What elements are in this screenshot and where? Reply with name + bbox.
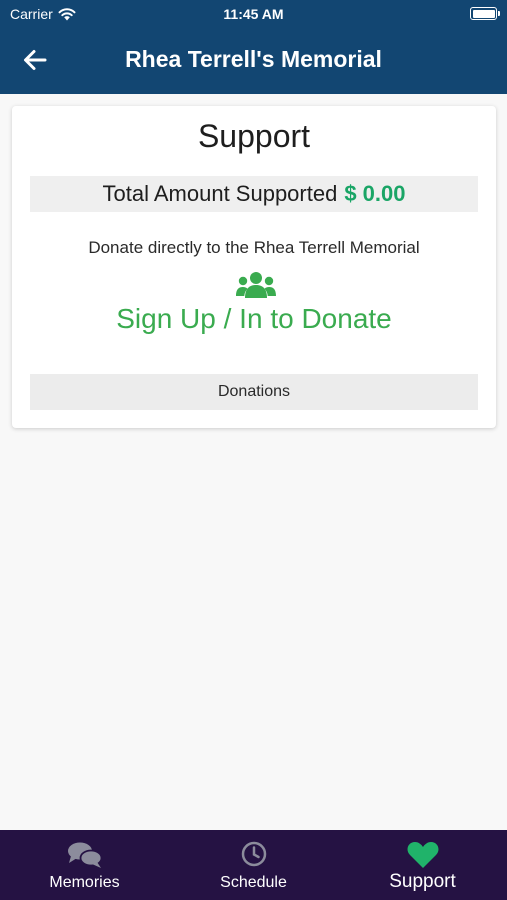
tab-support[interactable]: Support [338, 830, 507, 900]
donations-button[interactable]: Donations [30, 374, 478, 410]
tab-schedule[interactable]: Schedule [169, 830, 338, 900]
status-bar: Carrier 11:45 AM [0, 0, 507, 28]
total-amount-value: $ 0.00 [344, 181, 406, 206]
status-time: 11:45 AM [223, 6, 284, 22]
donate-description: Donate directly to the Rhea Terrell Memo… [88, 238, 420, 257]
tab-memories[interactable]: Memories [0, 830, 169, 900]
tab-support-label: Support [389, 871, 456, 892]
total-amount-bar: Total Amount Supported $ 0.00 [30, 176, 478, 212]
tab-schedule-label: Schedule [220, 874, 287, 891]
support-card: Support Total Amount Supported $ 0.00 Do… [12, 106, 496, 428]
clock-icon [241, 841, 266, 867]
support-title: Support [197, 118, 311, 154]
header-bar: Carrier 11:45 AM Rhea Terrell's Memorial [0, 0, 507, 94]
tab-memories-label: Memories [49, 874, 120, 891]
page-title: Rhea Terrell's Memorial [125, 46, 382, 72]
tab-bar: Memories Schedule Support [0, 830, 507, 900]
users-icon [236, 272, 276, 298]
signup-to-donate-link[interactable]: Sign Up / In to Donate [12, 303, 496, 335]
total-amount-label: Total Amount Supported [102, 181, 338, 206]
battery-icon [470, 7, 500, 20]
heart-icon [407, 842, 438, 868]
chat-bubbles-icon [67, 842, 102, 868]
